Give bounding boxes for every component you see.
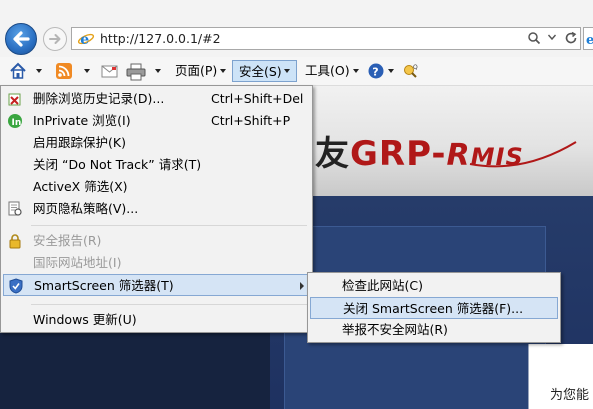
- privacy-report-icon: [8, 201, 22, 216]
- menu-item-label: 关闭 “Do Not Track” 请求(T): [33, 157, 202, 172]
- mail-icon: [101, 65, 118, 78]
- home-button[interactable]: [6, 60, 46, 82]
- submenu-item-label: 关闭 SmartScreen 筛选器(F)...: [343, 301, 524, 316]
- menu-item-privacy-policy[interactable]: 网页隐私策略(V)...: [3, 198, 310, 220]
- submenu-item-report-unsafe-site[interactable]: 举报不安全网站(R): [310, 319, 558, 341]
- feeds-dropdown-icon[interactable]: [84, 69, 90, 73]
- menu-item-shortcut: Ctrl+Shift+P: [211, 113, 291, 128]
- safety-menu: 删除浏览历史记录(D)... Ctrl+Shift+Del In InPriva…: [0, 85, 313, 333]
- inprivate-icon: In: [8, 114, 22, 128]
- tools-menu-caret-icon: [353, 69, 359, 73]
- refresh-icon[interactable]: [563, 30, 579, 49]
- svg-text:Q: Q: [413, 64, 418, 71]
- address-dropdown-icon[interactable]: [547, 29, 557, 48]
- command-bar: 页面(P) 安全(S) 工具(O) ? Q: [0, 57, 593, 86]
- content-text: 为您能: [550, 388, 590, 403]
- tools-menu-label: 工具(O): [305, 63, 350, 78]
- page-menu-button[interactable]: 页面(P): [172, 60, 228, 82]
- safety-menu-caret-icon: [284, 69, 290, 73]
- menu-item-label: 删除浏览历史记录(D)...: [33, 91, 165, 106]
- menu-item-activex-filter[interactable]: ActiveX 筛选(X): [3, 176, 310, 198]
- printer-icon: [126, 63, 146, 81]
- menu-separator: [31, 304, 307, 305]
- menu-item-security-report: 安全报告(R): [3, 230, 310, 252]
- tab-edge[interactable]: e: [583, 27, 593, 50]
- forward-arrow-icon: [49, 34, 61, 44]
- feeds-button[interactable]: [55, 60, 95, 82]
- back-arrow-icon: [13, 31, 30, 47]
- print-dropdown-icon[interactable]: [155, 69, 161, 73]
- submenu-item-label: 举报不安全网站(R): [342, 322, 448, 337]
- page-menu-label: 页面(P): [175, 63, 218, 78]
- home-icon: [10, 62, 26, 79]
- help-dropdown-icon[interactable]: [388, 69, 394, 73]
- address-url: http://127.0.0.1/#2: [100, 31, 221, 46]
- page-menu-caret-icon: [220, 69, 226, 73]
- help-icon: ?: [368, 63, 384, 79]
- mail-button[interactable]: [100, 60, 120, 82]
- menu-item-label: 网页隐私策略(V)...: [33, 201, 139, 216]
- menu-item-do-not-track[interactable]: 关闭 “Do Not Track” 请求(T): [3, 154, 310, 176]
- address-bar[interactable]: e http://127.0.0.1/#2: [71, 27, 581, 50]
- svg-text:?: ?: [372, 66, 378, 79]
- brand-swoosh: [469, 141, 577, 168]
- menu-item-windows-update[interactable]: Windows 更新(U): [3, 309, 310, 331]
- tab-ie-icon: e: [586, 33, 593, 48]
- tools-menu-button[interactable]: 工具(O): [303, 60, 359, 82]
- smartscreen-submenu: 检查此网站(C) 关闭 SmartScreen 筛选器(F)... 举报不安全网…: [307, 272, 561, 343]
- smartscreen-icon: [9, 278, 23, 294]
- brand-en-text: GRP-: [350, 134, 447, 174]
- submenu-item-turn-off-smartscreen[interactable]: 关闭 SmartScreen 筛选器(F)...: [310, 297, 558, 319]
- help-button[interactable]: ?: [368, 60, 398, 82]
- menu-item-label: 启用跟踪保护(K): [33, 135, 126, 150]
- menu-item-label: 安全报告(R): [33, 233, 102, 248]
- safety-menu-label: 安全(S): [239, 64, 282, 79]
- menu-item-label: InPrivate 浏览(I): [33, 113, 131, 128]
- print-button[interactable]: [126, 60, 164, 82]
- delete-history-icon: [8, 93, 21, 106]
- menu-separator: [31, 225, 307, 226]
- ie-logo-icon: e: [77, 32, 95, 48]
- menu-item-smartscreen[interactable]: SmartScreen 筛选器(T): [3, 274, 310, 296]
- research-button[interactable]: Q: [402, 60, 422, 82]
- address-row: e http://127.0.0.1/#2 e: [0, 0, 593, 57]
- home-dropdown-icon[interactable]: [36, 69, 42, 73]
- menu-item-international-address: 国际网站地址(I): [3, 252, 310, 274]
- menu-item-tracking-protection[interactable]: 启用跟踪保护(K): [3, 132, 310, 154]
- lock-icon: [9, 234, 21, 249]
- menu-item-inprivate[interactable]: In InPrivate 浏览(I) Ctrl+Shift+P: [3, 110, 310, 132]
- back-button[interactable]: [5, 23, 37, 55]
- submenu-item-label: 检查此网站(C): [342, 278, 423, 293]
- search-icon[interactable]: [527, 30, 541, 49]
- brand-cn-text: 友: [315, 134, 350, 174]
- menu-item-label: SmartScreen 筛选器(T): [34, 278, 174, 293]
- menu-item-shortcut: Ctrl+Shift+Del: [211, 91, 304, 106]
- rss-icon: [56, 63, 72, 79]
- submenu-arrow-icon: [300, 282, 304, 290]
- menu-item-label: ActiveX 筛选(X): [33, 179, 128, 194]
- menu-item-delete-history[interactable]: 删除浏览历史记录(D)... Ctrl+Shift+Del: [3, 88, 310, 110]
- forward-button[interactable]: [43, 27, 67, 51]
- menu-item-label: 国际网站地址(I): [33, 255, 122, 270]
- svg-text:e: e: [586, 33, 593, 48]
- svg-text:e: e: [80, 32, 89, 48]
- svg-text:In: In: [12, 118, 22, 128]
- menu-item-label: Windows 更新(U): [33, 312, 137, 327]
- safety-menu-button[interactable]: 安全(S): [232, 60, 297, 82]
- research-icon: Q: [404, 64, 418, 78]
- submenu-item-check-site[interactable]: 检查此网站(C): [310, 275, 558, 297]
